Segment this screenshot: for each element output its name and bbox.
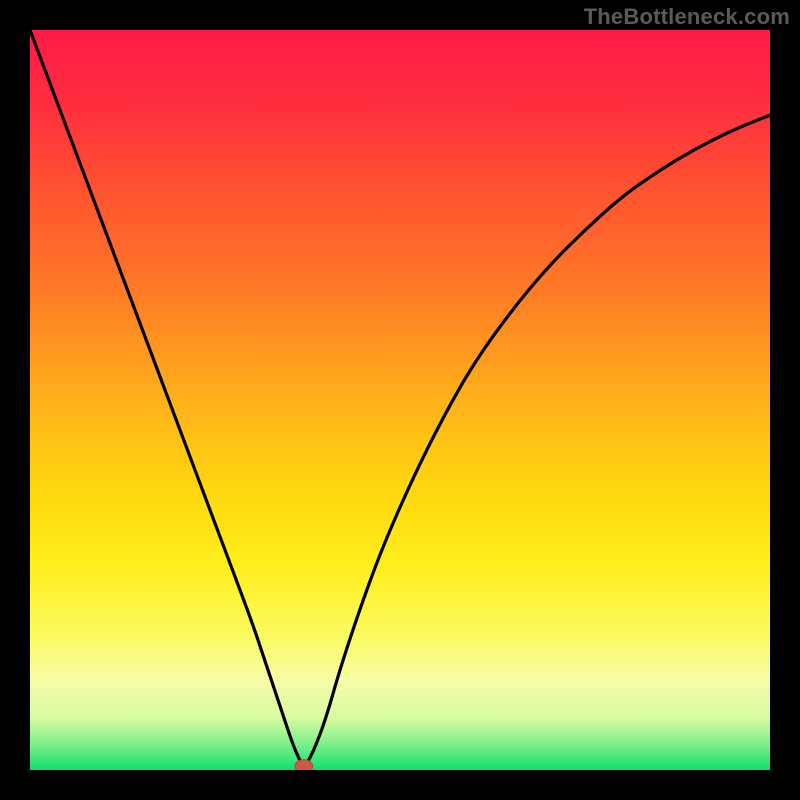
chart-frame: TheBottleneck.com (0, 0, 800, 800)
bottleneck-chart (30, 30, 770, 770)
plot-area (30, 30, 770, 770)
gradient-background (30, 30, 770, 770)
optimal-point-marker (295, 760, 313, 770)
watermark-text: TheBottleneck.com (584, 4, 790, 30)
